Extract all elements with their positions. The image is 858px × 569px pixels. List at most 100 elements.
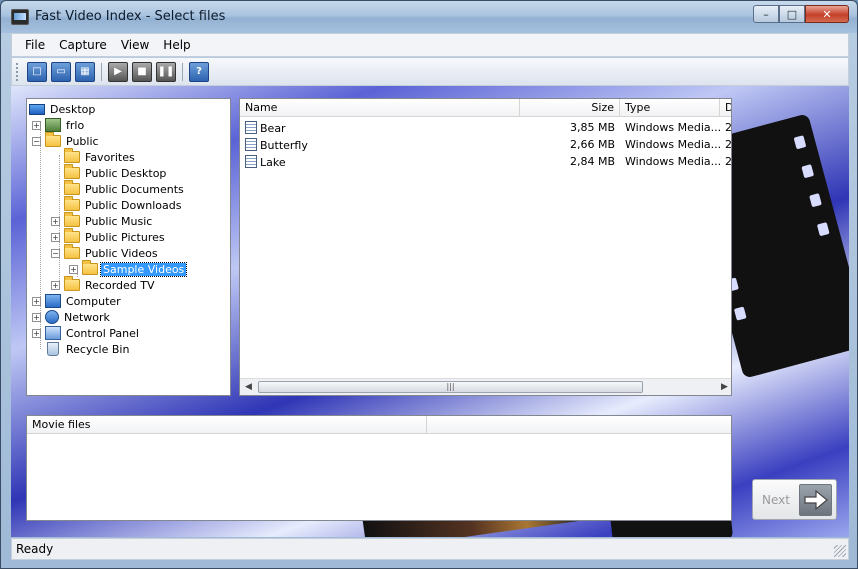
expand-toggle[interactable]: + xyxy=(32,312,41,322)
file-type: Windows Media... xyxy=(625,155,720,168)
file-name: Lake xyxy=(260,155,286,169)
help-button[interactable]: ? xyxy=(189,61,209,82)
horizontal-scrollbar[interactable]: ◀ ||| ▶ xyxy=(240,378,731,395)
tree-item-label: Recorded TV xyxy=(85,278,155,292)
tree-item-label: Recycle Bin xyxy=(66,342,130,356)
new-button[interactable]: □ xyxy=(27,61,47,82)
maximize-button[interactable]: □ xyxy=(779,5,805,23)
open-button[interactable]: ▭ xyxy=(51,61,71,82)
expand-toggle[interactable]: + xyxy=(69,264,78,274)
tree-item[interactable]: + Recorded TV xyxy=(51,276,157,293)
save-icon: ▦ xyxy=(80,66,90,77)
file-size: 2,84 MB xyxy=(569,155,615,168)
minimize-icon: – xyxy=(763,7,769,21)
expand-toggle[interactable]: + xyxy=(51,216,60,226)
computer-icon xyxy=(45,294,61,308)
tree-item[interactable]: + Public Pictures xyxy=(51,228,167,245)
file-row[interactable]: Bear 3,85 MB Windows Media... 2 xyxy=(240,119,731,136)
tree-item-label: Public Videos xyxy=(85,246,158,260)
tree-item[interactable]: Public Documents xyxy=(51,180,186,197)
file-date: 2 xyxy=(725,155,732,168)
app-icon xyxy=(11,9,29,25)
help-icon: ? xyxy=(196,66,202,77)
arrow-right-icon xyxy=(799,484,832,516)
tree-item-label: frlo xyxy=(66,118,85,132)
tree-item[interactable]: Favorites xyxy=(51,148,137,165)
videos-folder-icon xyxy=(64,244,80,259)
expand-toggle[interactable]: − xyxy=(32,136,41,146)
resize-grip[interactable] xyxy=(834,545,846,557)
folder-icon xyxy=(45,132,61,147)
menu-file[interactable]: File xyxy=(18,38,52,52)
file-row[interactable]: Butterfly 2,66 MB Windows Media... 2 xyxy=(240,136,732,153)
toolbar-grip[interactable] xyxy=(16,62,19,81)
tree-item-label: Public xyxy=(66,134,99,148)
stop-icon: ■ xyxy=(137,66,147,77)
column-header-name[interactable]: Name xyxy=(240,99,520,117)
tree-item-label: Public Documents xyxy=(85,182,184,196)
tree-item-label: Public Desktop xyxy=(85,166,167,180)
tree-item-label: Public Downloads xyxy=(85,198,182,212)
tree-item-selected[interactable]: + Sample Videos xyxy=(69,260,188,277)
column-header-movie-files[interactable]: Movie files xyxy=(27,416,427,434)
window-controls: – □ ✕ xyxy=(753,5,849,23)
scrollbar-thumb[interactable]: ||| xyxy=(258,381,643,393)
column-header-blank[interactable] xyxy=(427,416,731,434)
expand-toggle[interactable]: + xyxy=(32,120,41,130)
tree-item[interactable]: + Computer xyxy=(32,293,123,309)
column-header-type[interactable]: Type xyxy=(620,99,720,117)
tree-item-label: Public Pictures xyxy=(85,230,165,244)
tree-item[interactable]: + frlo xyxy=(32,117,86,133)
play-icon: ▶ xyxy=(114,66,122,77)
tree-item[interactable]: + Public Music xyxy=(51,212,154,229)
status-bar: Ready xyxy=(11,538,849,560)
toolbar: □ ▭ ▦ ▶ ■ ❚❚ ? xyxy=(11,58,849,86)
tree-item[interactable]: Public Desktop xyxy=(51,164,168,181)
menu-bar: File Capture View Help xyxy=(11,33,849,57)
column-header-size[interactable]: Size xyxy=(520,99,620,117)
minimize-button[interactable]: – xyxy=(753,5,779,23)
menu-help[interactable]: Help xyxy=(156,38,197,52)
network-icon xyxy=(45,310,59,324)
user-folder-icon xyxy=(45,118,61,132)
tree-item[interactable]: − Public xyxy=(32,132,101,149)
title-bar[interactable]: Fast Video Index - Select files – □ ✕ xyxy=(1,1,857,33)
folder-icon xyxy=(64,276,80,291)
tree-item[interactable]: + Control Panel xyxy=(32,325,141,341)
menu-view[interactable]: View xyxy=(114,38,156,52)
pause-button[interactable]: ❚❚ xyxy=(156,61,176,82)
folder-tree[interactable]: Desktop + frlo − Public Favorites Public… xyxy=(26,98,231,396)
folder-icon xyxy=(64,180,80,195)
tree-item[interactable]: − Public Videos xyxy=(51,244,160,261)
file-row[interactable]: Lake 2,84 MB Windows Media... 2 xyxy=(240,153,732,170)
tree-item[interactable]: Public Downloads xyxy=(51,196,183,213)
next-button-label: Next xyxy=(762,493,790,507)
file-type: Windows Media... xyxy=(625,121,720,134)
column-header-date[interactable]: D xyxy=(720,99,731,117)
expand-toggle[interactable]: + xyxy=(51,232,60,242)
expand-toggle[interactable]: + xyxy=(32,328,41,338)
scroll-right-button[interactable]: ▶ xyxy=(716,379,731,395)
app-window: Fast Video Index - Select files – □ ✕ Fi… xyxy=(0,0,858,569)
folder-icon xyxy=(64,164,80,179)
music-folder-icon xyxy=(64,212,80,227)
file-date: 2 xyxy=(725,138,732,151)
tree-item-label: Desktop xyxy=(50,102,96,116)
menu-capture[interactable]: Capture xyxy=(52,38,114,52)
tree-item[interactable]: Recycle Bin xyxy=(32,341,131,357)
next-button[interactable]: Next xyxy=(752,479,837,520)
expand-toggle[interactable]: + xyxy=(32,296,41,306)
tree-item[interactable]: + Network xyxy=(32,309,112,325)
panel-splitter[interactable] xyxy=(231,98,239,396)
close-button[interactable]: ✕ xyxy=(805,5,849,23)
movie-files-header: Movie files xyxy=(27,416,731,434)
stop-button[interactable]: ■ xyxy=(132,61,152,82)
scroll-left-button[interactable]: ◀ xyxy=(240,379,257,395)
movie-files-list[interactable]: Movie files xyxy=(26,415,732,521)
save-button[interactable]: ▦ xyxy=(75,61,95,82)
play-button[interactable]: ▶ xyxy=(108,61,128,82)
file-list[interactable]: Name Size Type D Bear 3,85 MB Windows Me… xyxy=(239,98,732,396)
tree-item[interactable]: Desktop xyxy=(29,101,97,117)
expand-toggle[interactable]: − xyxy=(51,248,60,258)
expand-toggle[interactable]: + xyxy=(51,280,60,290)
